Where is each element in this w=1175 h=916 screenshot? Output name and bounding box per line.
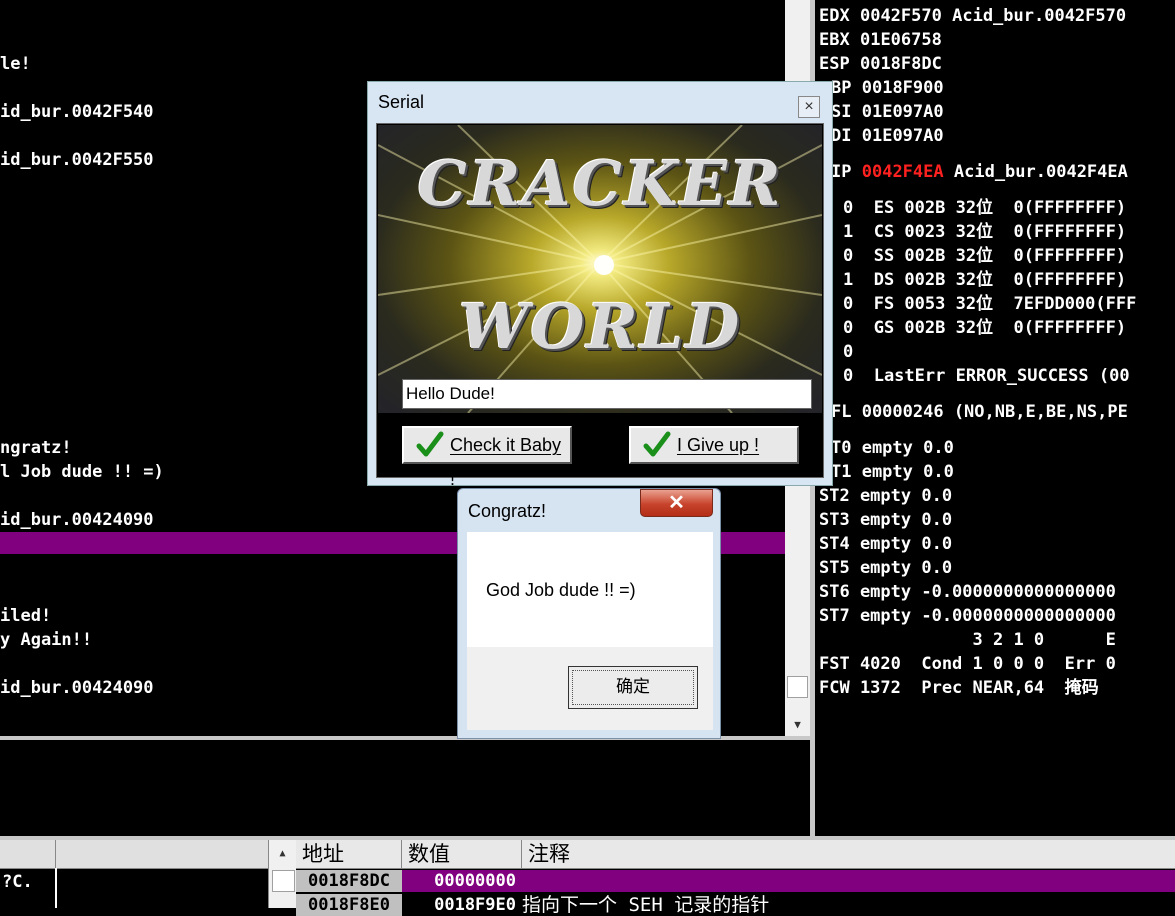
register-name: DI <box>831 126 852 146</box>
give-up-label: I Give up ! <box>677 435 760 455</box>
fpu-row[interactable]: ST6 empty -0.0000000000000000 <box>819 580 1116 604</box>
register-name: IP <box>831 162 852 182</box>
disasm-line[interactable]: ngratz! <box>0 436 72 460</box>
register-comment: Acid_bur.0042F570 <box>952 6 1127 26</box>
stack-scroll-thumb[interactable] <box>272 870 295 892</box>
segment-row[interactable]: 0 GS 002B 32位 0(FFFFFFFF) <box>843 316 1126 340</box>
dump-header <box>0 840 268 869</box>
scroll-up-arrow-icon[interactable]: ▲ <box>269 840 296 868</box>
fpu-status-row[interactable]: FST 4020 Cond 1 0 0 0 Err 0 <box>819 652 1116 676</box>
segment-row[interactable]: 0 SS 002B 32位 0(FFFFFFFF) <box>843 244 1126 268</box>
disasm-line[interactable]: id_bur.0042F540 <box>0 100 154 124</box>
register-value: 0018F8DC <box>859 54 942 74</box>
congratz-button-area: 确定 <box>467 647 713 730</box>
stack-header: 地址 数值 注释 <box>296 840 1175 869</box>
stack-comment: 指向下一个 SEH 记录的指针 <box>522 894 770 916</box>
segment-row[interactable]: 0 <box>843 340 853 364</box>
stack-value: 00000000 <box>434 871 516 891</box>
stack-address: 0018F8E0 <box>296 894 402 916</box>
stack-scrollbar[interactable]: ▲ <box>268 840 296 908</box>
register-row[interactable]: SI 01E097A0 <box>831 100 944 124</box>
disasm-line[interactable]: id_bur.00424090 <box>0 508 154 532</box>
close-icon[interactable]: ✕ <box>640 489 713 517</box>
serial-dialog-body: CRACKER WORLD Hello Dude! Check it Baby … <box>376 123 824 489</box>
disasm-line[interactable]: l Job dude !! =) <box>0 460 164 484</box>
congratz-dialog-title: Congratz! <box>468 501 547 521</box>
stack-col-address[interactable]: 地址 <box>296 840 402 868</box>
disasm-scroll-thumb[interactable] <box>787 676 808 698</box>
banner-word-world: WORLD <box>458 290 742 363</box>
disasm-line[interactable]: id_bur.00424090 <box>0 676 154 700</box>
stack-rows: 0018F8DC 00000000 0018F8E0 0018F9E0 指向下一… <box>296 868 1175 916</box>
register-row[interactable]: ESP 0018F8DC <box>819 52 942 76</box>
checkmark-icon <box>643 431 671 457</box>
cracker-world-banner: CRACKER WORLD <box>378 125 822 413</box>
congratz-message-area: God Job dude !! =) <box>467 532 713 647</box>
fpu-row[interactable]: T0 empty 0.0 <box>831 436 954 460</box>
registers-pane[interactable]: EDX 0042F570 Acid_bur.0042F570 EBX 01E06… <box>815 0 1175 836</box>
fpu-row[interactable]: ST2 empty 0.0 <box>819 484 952 508</box>
fpu-row[interactable]: ST3 empty 0.0 <box>819 508 952 532</box>
congratz-dialog: Congratz! ✕ God Job dude !! =) 确定 <box>457 488 721 739</box>
register-row[interactable]: EBX 01E06758 <box>819 28 942 52</box>
fpu-row[interactable]: ST7 empty -0.0000000000000000 <box>819 604 1116 628</box>
register-name: EDX <box>819 6 850 26</box>
segment-row[interactable]: 0 ES 002B 32位 0(FFFFFFFF) <box>843 196 1126 220</box>
register-value: 0018F900 <box>861 78 944 98</box>
disasm-line[interactable]: le! <box>0 52 31 76</box>
serial-dialog-title: Serial <box>378 92 425 112</box>
check-it-label: Check it Baby ! <box>450 435 562 489</box>
check-it-button[interactable]: Check it Baby ! <box>402 426 572 489</box>
segment-row[interactable]: 0 FS 0053 32位 7EFDD000(FFF <box>843 292 1136 316</box>
disasm-line[interactable]: iled! <box>0 604 51 628</box>
register-row[interactable]: DI 01E097A0 <box>831 124 944 148</box>
register-row[interactable]: BP 0018F900 <box>831 76 944 100</box>
ok-button[interactable]: 确定 <box>568 666 698 709</box>
stack-value: 0018F9E0 <box>434 895 516 915</box>
register-value: 01E097A0 <box>861 126 944 146</box>
close-icon[interactable]: × <box>798 96 820 118</box>
register-value: 01E06758 <box>859 30 942 50</box>
disasm-line[interactable]: y Again!! <box>0 628 92 652</box>
register-value: 0042F570 <box>859 6 942 26</box>
stack-col-value[interactable]: 数值 <box>402 840 522 868</box>
eip-row[interactable]: IP 0042F4EA Acid_bur.0042F4EA <box>831 160 1128 184</box>
eip-value: 0042F4EA <box>861 162 944 182</box>
fpu-control-row[interactable]: FCW 1372 Prec NEAR,64 掩码 <box>819 676 1099 700</box>
segment-row[interactable]: 1 DS 002B 32位 0(FFFFFFFF) <box>843 268 1126 292</box>
dump-column-divider <box>55 868 57 908</box>
dump-ascii-cell[interactable]: ?C. <box>2 870 33 894</box>
checkmark-icon <box>416 431 444 457</box>
focus-ring <box>572 670 694 705</box>
fpu-row[interactable]: ST4 empty 0.0 <box>819 532 952 556</box>
register-name: ESP <box>819 54 850 74</box>
eflags-row[interactable]: FL 00000246 (NO,NB,E,BE,NS,PE <box>831 400 1128 424</box>
register-value: 01E097A0 <box>861 102 944 122</box>
register-name: EBX <box>819 30 850 50</box>
give-up-button[interactable]: I Give up ! <box>629 426 799 464</box>
fpu-row[interactable]: ST5 empty 0.0 <box>819 556 952 580</box>
banner-word-cracker: CRACKER <box>417 147 783 220</box>
register-comment: Acid_bur.0042F4EA <box>953 162 1128 182</box>
scroll-down-arrow-icon[interactable]: ▼ <box>785 712 810 737</box>
stack-address: 0018F8DC <box>296 870 402 892</box>
register-name: BP <box>831 78 852 98</box>
stack-col-comment[interactable]: 注释 <box>522 840 1175 868</box>
stack-row-selected[interactable]: 0018F8DC 00000000 <box>296 870 1175 892</box>
register-name: SI <box>831 102 852 122</box>
serial-dialog: Serial × CRACKER WORLD Hello Dude! Check… <box>367 81 833 489</box>
fpu-row[interactable]: T1 empty 0.0 <box>831 460 954 484</box>
serial-name-input[interactable]: Hello Dude! <box>402 379 812 409</box>
fpu-flags-header: 3 2 1 0 E <box>819 630 1116 650</box>
disasm-line[interactable]: id_bur.0042F550 <box>0 148 154 172</box>
segment-row[interactable]: 1 CS 0023 32位 0(FFFFFFFF) <box>843 220 1126 244</box>
stack-row[interactable]: 0018F8E0 0018F9E0 指向下一个 SEH 记录的指针 <box>296 894 1175 916</box>
lasterr-row[interactable]: 0 LastErr ERROR_SUCCESS (00 <box>843 364 1130 388</box>
register-row[interactable]: EDX 0042F570 Acid_bur.0042F570 <box>819 4 1126 28</box>
congratz-message: God Job dude !! =) <box>486 580 636 600</box>
